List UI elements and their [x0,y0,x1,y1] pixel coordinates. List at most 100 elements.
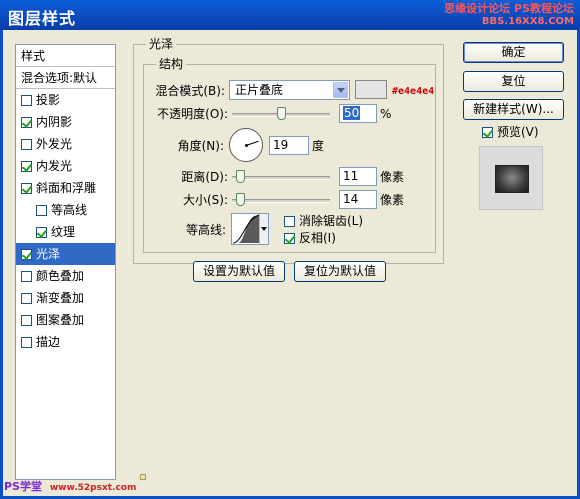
distance-label: 距离(D): [181,170,228,184]
angle-input[interactable]: 19 [269,136,309,155]
blend-mode-value: 正片叠底 [235,83,284,97]
size-slider-track [232,199,330,203]
angle-unit: 度 [312,139,325,153]
new-style-button[interactable]: 新建样式(W)... [463,99,564,120]
opacity-slider[interactable] [232,107,330,122]
sidebar-item-checkbox-icon[interactable] [21,94,32,106]
reset-button[interactable]: 复位 [463,71,564,92]
ok-button[interactable]: 确定 [463,42,564,63]
watermark-top-ps: PS教程论坛 [514,2,574,15]
resize-grip-icon[interactable] [140,474,146,480]
sidebar-item-checkbox-icon[interactable] [21,182,32,194]
angle-dial[interactable] [229,128,263,162]
contour-dropdown-arrow[interactable] [259,214,268,244]
style-items: 投影内阴影外发光内发光斜面和浮雕等高线纹理光泽颜色叠加渐变叠加图案叠加描边 [16,89,115,353]
distance-input[interactable]: 11 [339,167,377,186]
sidebar-item-4[interactable]: 斜面和浮雕 [16,177,115,199]
angle-dial-center [245,144,248,147]
sidebar-item-label: 等高线 [51,203,88,217]
sidebar-item-2[interactable]: 外发光 [16,133,115,155]
opacity-value: 50 [343,106,361,120]
window-title: 图层样式 [8,9,77,28]
antialias-label: 消除锯齿(L) [299,214,364,228]
reset-default-button[interactable]: 复位为默认值 [294,261,386,282]
sidebar-item-checkbox-icon[interactable] [21,160,32,172]
distance-slider[interactable] [232,170,330,185]
chevron-down-icon[interactable] [333,82,348,98]
size-unit: 像素 [380,193,405,207]
title-bar[interactable]: 图层样式 思缘设计论坛 PS教程论坛 BBS.16XX8.COM [0,0,580,30]
sidebar-item-8[interactable]: 颜色叠加 [16,265,115,287]
distance-slider-track [232,176,330,180]
sidebar-item-label: 内阴影 [36,115,73,129]
sidebar-item-checkbox-icon[interactable] [21,336,32,348]
watermark-bottom: PS学堂 www.52psxt.com [4,478,136,494]
blend-mode-label: 混合模式(B): [155,84,225,98]
sidebar-item-label: 渐变叠加 [36,291,85,305]
sidebar-item-label: 斜面和浮雕 [36,181,97,195]
opacity-unit: % [380,107,392,121]
style-list: 样式 混合选项:默认 投影内阴影外发光内发光斜面和浮雕等高线纹理光泽颜色叠加渐变… [15,44,116,480]
opacity-input[interactable]: 50 [339,104,377,123]
watermark-top-text: 思缘设计论坛 [444,2,511,15]
invert-check-icon[interactable] [284,232,295,244]
opacity-label: 不透明度(O): [157,107,228,121]
watermark-top: 思缘设计论坛 PS教程论坛 BBS.16XX8.COM [444,3,574,28]
antialias-check-icon[interactable] [284,215,295,227]
sidebar-item-1[interactable]: 内阴影 [16,111,115,133]
sidebar-item-3[interactable]: 内发光 [16,155,115,177]
watermark-brand: PS学堂 [4,480,42,493]
size-slider-thumb[interactable] [236,193,245,206]
sidebar-item-checkbox-icon[interactable] [21,248,32,260]
sidebar-item-11[interactable]: 描边 [16,331,115,353]
size-input[interactable]: 14 [339,190,377,209]
sidebar-item-5[interactable]: 等高线 [16,199,115,221]
contour-label: 等高线: [185,223,226,237]
sidebar-item-label: 纹理 [51,225,76,239]
sidebar-item-label: 描边 [36,335,61,349]
size-slider[interactable] [232,193,330,208]
watermark-top-sub: BBS.16XX8.COM [481,16,574,27]
sidebar-item-checkbox-icon[interactable] [21,270,32,282]
sidebar-item-7[interactable]: 光泽 [16,243,115,265]
style-list-header[interactable]: 样式 [16,45,115,67]
style-preview-thumbnail [479,146,543,210]
satin-group-title: 光泽 [146,37,177,51]
invert-label: 反相(I) [299,231,336,245]
sidebar-item-checkbox-icon[interactable] [21,116,32,128]
sidebar-item-checkbox-icon[interactable] [36,204,47,216]
size-label: 大小(S): [182,193,228,207]
satin-color-swatch[interactable] [355,80,387,99]
preview-label: 预览(V) [497,125,539,139]
opacity-slider-thumb[interactable] [277,107,286,120]
sidebar-item-10[interactable]: 图案叠加 [16,309,115,331]
sidebar-item-label: 光泽 [36,247,61,261]
sidebar-item-label: 颜色叠加 [36,269,85,283]
sidebar-item-9[interactable]: 渐变叠加 [16,287,115,309]
make-default-button[interactable]: 设置为默认值 [193,261,285,282]
sidebar-item-checkbox-icon[interactable] [21,138,32,150]
sidebar-item-label: 外发光 [36,137,73,151]
blend-mode-select[interactable]: 正片叠底 [229,80,350,100]
style-preview-image [495,165,529,193]
sidebar-item-checkbox-icon[interactable] [21,314,32,326]
distance-unit: 像素 [380,170,405,184]
distance-slider-thumb[interactable] [236,170,245,183]
sidebar-item-checkbox-icon[interactable] [21,292,32,304]
sidebar-item-label: 图案叠加 [36,313,85,327]
structure-group-title: 结构 [156,57,187,71]
blend-options-item[interactable]: 混合选项:默认 [16,67,115,89]
angle-label: 角度(N): [177,139,224,153]
contour-picker[interactable] [231,213,269,245]
antialias-checkbox[interactable]: 消除锯齿(L) [284,213,363,229]
sidebar-item-checkbox-icon[interactable] [36,226,47,238]
contour-curve-icon [232,214,260,244]
sidebar-item-label: 内发光 [36,159,73,173]
sidebar-item-0[interactable]: 投影 [16,89,115,111]
sidebar-item-label: 投影 [36,93,61,107]
color-hex-annotation: #e4e4e4 [392,86,435,97]
preview-checkbox[interactable]: 预览(V) [482,124,539,140]
sidebar-item-6[interactable]: 纹理 [16,221,115,243]
invert-checkbox[interactable]: 反相(I) [284,230,336,246]
preview-check-icon[interactable] [482,126,493,138]
